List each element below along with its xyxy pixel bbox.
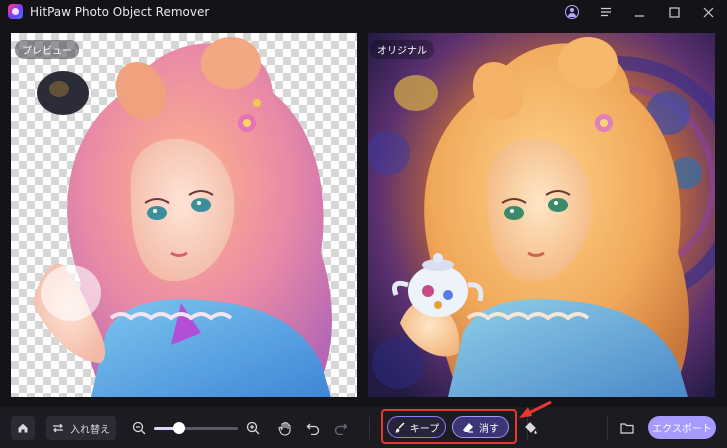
annotation-arrow	[519, 400, 552, 418]
keep-label: キープ	[409, 423, 440, 435]
swap-label: 入れ替え	[70, 424, 110, 436]
minimize-button[interactable]	[628, 2, 650, 22]
undo-button[interactable]	[303, 416, 323, 440]
original-canvas[interactable]: オリジナル	[368, 33, 715, 397]
pan-button[interactable]	[275, 416, 295, 440]
export-button[interactable]: エクスポート	[648, 416, 716, 439]
zoom-out-icon	[132, 421, 146, 435]
app-title: HitPaw Photo Object Remover	[30, 5, 210, 19]
zoom-out-button[interactable]	[129, 416, 149, 440]
menu-button[interactable]	[595, 2, 617, 22]
zoom-slider[interactable]	[154, 422, 238, 434]
original-image	[368, 33, 715, 397]
preview-image	[33, 37, 332, 397]
close-button[interactable]	[697, 2, 719, 22]
folder-icon	[620, 423, 634, 434]
home-button[interactable]	[11, 416, 35, 440]
open-folder-button[interactable]	[617, 416, 637, 440]
maximize-button[interactable]	[663, 2, 685, 22]
app-logo-icon	[8, 4, 23, 19]
zoom-in-icon	[246, 421, 260, 435]
swap-button[interactable]: 入れ替え	[46, 416, 116, 440]
redo-icon	[334, 423, 348, 435]
zoom-slider-handle[interactable]	[173, 422, 186, 434]
redo-button[interactable]	[331, 416, 351, 440]
user-icon	[565, 5, 579, 19]
original-label: オリジナル	[370, 40, 434, 59]
user-account-button[interactable]	[561, 2, 583, 22]
home-icon	[18, 423, 28, 433]
erase-label: 消す	[479, 423, 499, 435]
menu-icon	[601, 7, 611, 17]
toolbar-divider	[369, 417, 370, 439]
preview-label: プレビュー	[15, 40, 79, 59]
eraser-icon	[463, 422, 473, 433]
preview-canvas[interactable]: プレビュー	[11, 33, 357, 397]
maximize-icon	[668, 6, 680, 18]
keep-button[interactable]: キープ	[387, 416, 446, 438]
erase-button[interactable]: 消す	[452, 416, 509, 438]
bottom-toolbar: 入れ替え	[0, 407, 727, 448]
toolbar-divider	[607, 417, 608, 439]
paint-bucket-icon	[525, 422, 537, 434]
zoom-in-button[interactable]	[243, 416, 263, 440]
close-icon	[703, 7, 713, 17]
minimize-icon	[634, 14, 644, 17]
title-bar: HitPaw Photo Object Remover	[0, 0, 727, 24]
hand-icon	[278, 421, 291, 436]
undo-icon	[306, 423, 320, 435]
brush-icon	[394, 422, 405, 432]
swap-icon	[53, 423, 63, 433]
